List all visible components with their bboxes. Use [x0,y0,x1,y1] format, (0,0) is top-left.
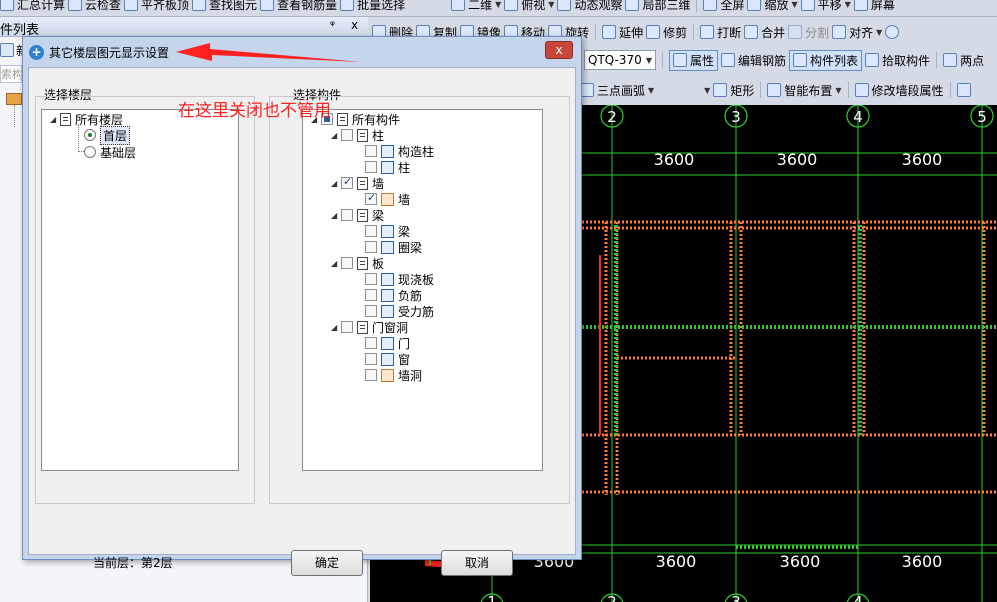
annotation-arrow [176,43,362,62]
annotation-text: 在这里关闭也不管用 [178,101,331,121]
annotation-arrow-shape [176,43,362,62]
